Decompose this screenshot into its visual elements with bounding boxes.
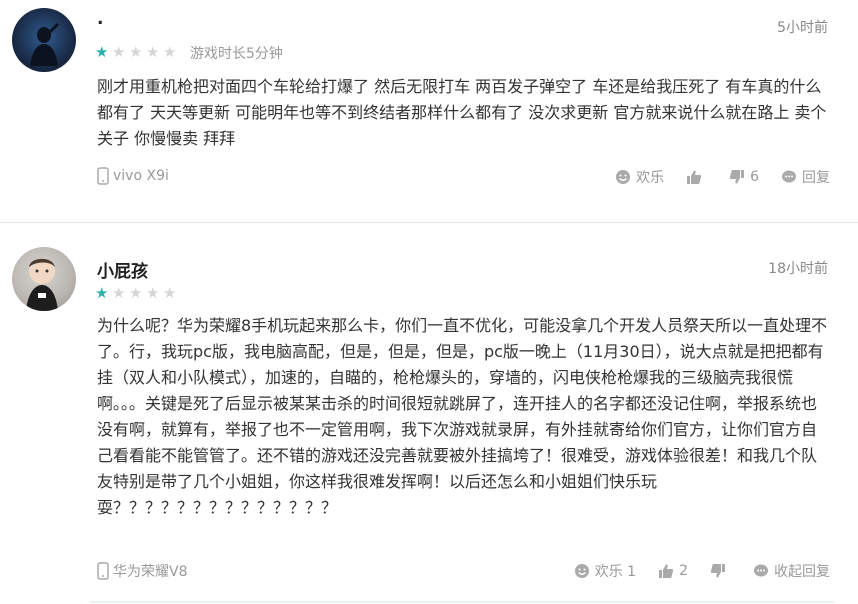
star-icon: ★	[163, 43, 177, 61]
phone-icon	[97, 167, 109, 185]
star-icon: ★	[112, 43, 126, 61]
avatar[interactable]	[12, 8, 76, 72]
review-text: 刚才用重机枪把对面四个车轮给打爆了 然后无限打车 两百发子弹空了 车还是给我压死…	[97, 77, 827, 148]
device-label: 华为荣耀V8	[113, 564, 188, 580]
avatar[interactable]	[12, 247, 76, 311]
comment-icon	[781, 169, 797, 185]
smile-icon	[574, 563, 590, 579]
reply-panel-edge	[90, 601, 834, 603]
star-icon: ★	[163, 284, 177, 302]
fun-button[interactable]: 欢乐 1	[574, 561, 636, 581]
collapse-replies-button[interactable]: 收起回复	[753, 561, 830, 581]
thumbs-up-icon	[686, 169, 702, 185]
thumbs-down-icon	[729, 169, 745, 185]
timestamp: 18小时前	[768, 261, 828, 277]
rating-stars: ★ ★ ★ ★ ★	[95, 283, 180, 302]
star-icon: ★	[95, 43, 109, 61]
review-text: 为什么呢？华为荣耀8手机玩起来那么卡，你们一直不优化，可能没拿几个开发人员祭天所…	[97, 316, 828, 517]
star-icon: ★	[95, 284, 109, 302]
collapse-replies-label: 收起回复	[774, 564, 830, 580]
phone-icon	[97, 562, 109, 580]
review-card: . 5小时前 ★ ★ ★ ★ ★ 游戏时长5分钟 刚才用重机枪把对面四个车轮给打爆了 然…	[0, 0, 858, 222]
star-icon: ★	[129, 43, 143, 61]
rating-stars: ★ ★ ★ ★ ★	[95, 42, 180, 61]
device-label: vivo X9i	[113, 168, 169, 184]
thumbs-up-icon	[658, 563, 674, 579]
timestamp: 5小时前	[777, 20, 828, 36]
like-button[interactable]: 2	[658, 563, 688, 579]
review-footer: vivo X9i 欢乐 6 回复	[97, 167, 830, 189]
fun-button[interactable]: 欢乐	[615, 167, 664, 187]
username[interactable]: 小屁孩	[97, 257, 148, 282]
thumbs-down-icon	[710, 563, 726, 579]
dislike-button[interactable]: 6	[729, 169, 759, 185]
review-actions: 欢乐 6 回复	[593, 167, 830, 187]
review-card: 小屁孩 18小时前 ★ ★ ★ ★ ★ 为什么呢？华为荣耀8手机玩起来那么卡，你们一直不…	[0, 223, 858, 604]
dislike-count: 6	[750, 169, 759, 185]
like-count: 2	[679, 563, 688, 579]
smile-icon	[615, 169, 631, 185]
review-actions: 欢乐 1 2 收起回复	[552, 561, 830, 581]
star-icon: ★	[112, 284, 126, 302]
username[interactable]: .	[97, 9, 103, 29]
dislike-button[interactable]	[710, 563, 731, 579]
playtime-label: 游戏时长5分钟	[190, 46, 283, 62]
star-icon: ★	[146, 284, 160, 302]
like-button[interactable]	[686, 169, 707, 185]
device-info: vivo X9i	[97, 167, 169, 185]
comment-icon	[753, 563, 769, 579]
review-footer: 华为荣耀V8 欢乐 1 2 收起回复	[97, 561, 830, 583]
star-icon: ★	[146, 43, 160, 61]
fun-label: 欢乐 1	[594, 564, 637, 580]
device-info: 华为荣耀V8	[97, 561, 187, 581]
fun-label: 欢乐	[636, 170, 665, 186]
reply-button[interactable]: 回复	[781, 167, 830, 187]
reply-label: 回复	[802, 170, 830, 186]
star-icon: ★	[129, 284, 143, 302]
